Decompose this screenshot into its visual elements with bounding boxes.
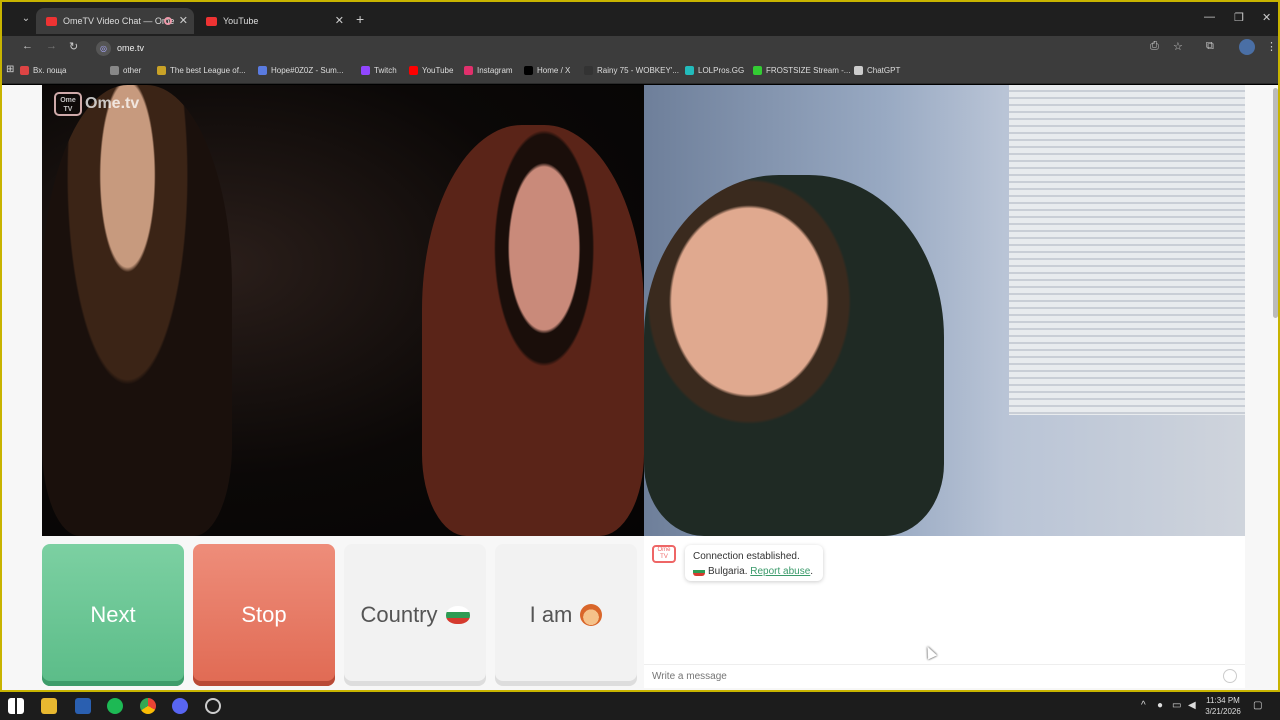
- url-text: ome.tv: [117, 43, 145, 53]
- boy-emoji-icon: [580, 604, 603, 626]
- restore-icon[interactable]: ❐: [1234, 11, 1244, 24]
- logo-text: Ome.tv: [85, 95, 140, 113]
- install-app-icon[interactable]: ⎙: [1150, 40, 1159, 53]
- emoji-icon[interactable]: [1223, 669, 1237, 683]
- chrome-icon[interactable]: [140, 698, 156, 714]
- toolbar: ← → ↻ ◎ ome.tv ⎙ ☆ ⧉ ⋮: [0, 36, 1280, 60]
- bookmark-label: FROSTSIZE Stream -...: [766, 66, 851, 75]
- bookmark-label: Hope#0Z0Z - Sum...: [271, 66, 344, 75]
- close-window-icon[interactable]: ✕: [1262, 11, 1271, 24]
- youtube-favicon-icon: [206, 17, 217, 27]
- bookmark-label: Instagram: [477, 66, 513, 75]
- profile-avatar[interactable]: [1239, 39, 1255, 55]
- discord-icon[interactable]: [172, 698, 188, 714]
- bookmark-league[interactable]: The best League of...: [157, 66, 246, 76]
- bookmark-label: ChatGPT: [867, 66, 901, 75]
- microphone-icon[interactable]: ●: [1157, 700, 1163, 711]
- close-tab-icon[interactable]: ✕: [335, 8, 344, 34]
- system-clock[interactable]: 11:34 PM 3/21/2026: [1200, 695, 1246, 717]
- bookmark-label: Rainy 75 - WOBKEY'...: [597, 66, 679, 75]
- bookmark-x[interactable]: Home / X: [524, 66, 571, 76]
- bookmark-label: Вх. поща: [33, 66, 67, 75]
- back-icon[interactable]: ←: [22, 40, 33, 52]
- clock-date: 3/21/2026: [1205, 707, 1241, 716]
- bookmark-label: YouTube: [422, 66, 454, 75]
- bookmark-frostsize[interactable]: FROSTSIZE Stream -...: [753, 66, 851, 76]
- spotify-icon[interactable]: [107, 698, 123, 714]
- connection-status: Connection established.: [693, 551, 800, 562]
- partner-country: Bulgaria.: [708, 566, 748, 577]
- self-person: [644, 175, 944, 536]
- message-input-bar: [644, 664, 1245, 688]
- bookmarks-bar: ⊞ Вх. поща other The best League of... H…: [0, 60, 1280, 84]
- address-bar[interactable]: ◎ ome.tv: [92, 38, 1132, 58]
- ometv-favicon-icon: [46, 17, 57, 27]
- network-icon[interactable]: ▭: [1172, 700, 1181, 711]
- site-info-icon[interactable]: ◎: [96, 41, 111, 57]
- country-label: Country: [360, 602, 438, 627]
- stranger-person-right: [422, 125, 644, 536]
- self-video: [644, 85, 1245, 536]
- apps-grid-icon[interactable]: ⊞: [6, 64, 14, 75]
- gender-label: I am: [529, 602, 573, 627]
- window-blinds: [1009, 85, 1245, 415]
- ometv-chat-avatar-icon: Ome TV: [652, 545, 676, 563]
- stop-label: Stop: [241, 602, 287, 627]
- report-abuse-link[interactable]: Report abuse: [750, 566, 810, 577]
- next-label: Next: [90, 602, 136, 627]
- country-button[interactable]: Country: [344, 544, 486, 686]
- windows-start-icon[interactable]: [8, 698, 24, 714]
- bookmark-hope[interactable]: Hope#0Z0Z - Sum...: [258, 66, 344, 76]
- bookmark-label: The best League of...: [170, 66, 246, 75]
- system-message: Connection established. Bulgaria. Report…: [685, 545, 823, 581]
- bookmark-lolpros[interactable]: LOLPros.GG: [685, 66, 745, 76]
- reload-icon[interactable]: ↻: [69, 40, 78, 53]
- menu-icon[interactable]: ⋮: [1266, 40, 1277, 53]
- tab-label: YouTube: [223, 16, 259, 26]
- document-app-icon[interactable]: [75, 698, 91, 714]
- bookmark-twitch[interactable]: Twitch: [361, 66, 397, 76]
- forward-icon[interactable]: →: [46, 40, 57, 52]
- tab-youtube[interactable]: YouTube ✕: [196, 8, 350, 34]
- recording-icon: [164, 17, 172, 25]
- close-tab-icon[interactable]: ✕: [179, 8, 188, 34]
- tab-strip: ⌄ OmeTV Video Chat — Ome ✕ YouTube ✕ + —…: [0, 0, 1280, 36]
- bookmark-star-icon[interactable]: ☆: [1173, 40, 1183, 53]
- logo-badge: Ome TV: [54, 92, 82, 116]
- file-explorer-icon[interactable]: [41, 698, 57, 714]
- volume-icon[interactable]: ◀: [1188, 700, 1196, 711]
- extensions-icon[interactable]: ⧉: [1206, 40, 1214, 53]
- message-input[interactable]: [644, 665, 1204, 687]
- bookmark-other[interactable]: other: [110, 66, 142, 76]
- bulgaria-flag-icon: [445, 606, 470, 624]
- stranger-video: [42, 85, 644, 536]
- bookmark-label: LOLPros.GG: [698, 66, 745, 75]
- new-tab-button[interactable]: +: [356, 11, 364, 27]
- minimize-icon[interactable]: —: [1204, 11, 1215, 23]
- bulgaria-flag-icon: [693, 566, 705, 576]
- clock-app-icon[interactable]: [205, 698, 221, 714]
- taskbar: ^ ● ▭ ◀ 11:34 PM 3/21/2026 ▢: [0, 692, 1280, 720]
- tab-label: OmeTV Video Chat — Ome: [63, 16, 175, 26]
- bookmark-inbox[interactable]: Вх. поща: [20, 66, 67, 76]
- bookmark-label: Twitch: [374, 66, 397, 75]
- tray-chevron-icon[interactable]: ^: [1141, 700, 1146, 711]
- stop-button[interactable]: Stop: [193, 544, 335, 686]
- tab-search-button[interactable]: ⌄: [18, 11, 34, 27]
- next-button[interactable]: Next: [42, 544, 184, 686]
- notifications-icon[interactable]: ▢: [1253, 700, 1262, 711]
- bookmark-label: Home / X: [537, 66, 571, 75]
- page-scrollbar[interactable]: [1273, 88, 1278, 318]
- bookmark-chatgpt[interactable]: ChatGPT: [854, 66, 901, 76]
- bookmark-instagram[interactable]: Instagram: [464, 66, 513, 76]
- report-suffix: .: [810, 566, 814, 577]
- clock-time: 11:34 PM: [1206, 696, 1240, 705]
- stranger-person-left: [42, 85, 232, 536]
- bookmark-rainy75[interactable]: Rainy 75 - WOBKEY'...: [584, 66, 679, 76]
- gender-button[interactable]: I am: [495, 544, 637, 686]
- ometv-logo: Ome TV Ome.tv: [54, 92, 144, 120]
- bookmark-label: other: [123, 66, 142, 75]
- bookmark-youtube[interactable]: YouTube: [409, 66, 454, 76]
- tab-ometv[interactable]: OmeTV Video Chat — Ome ✕: [36, 8, 194, 34]
